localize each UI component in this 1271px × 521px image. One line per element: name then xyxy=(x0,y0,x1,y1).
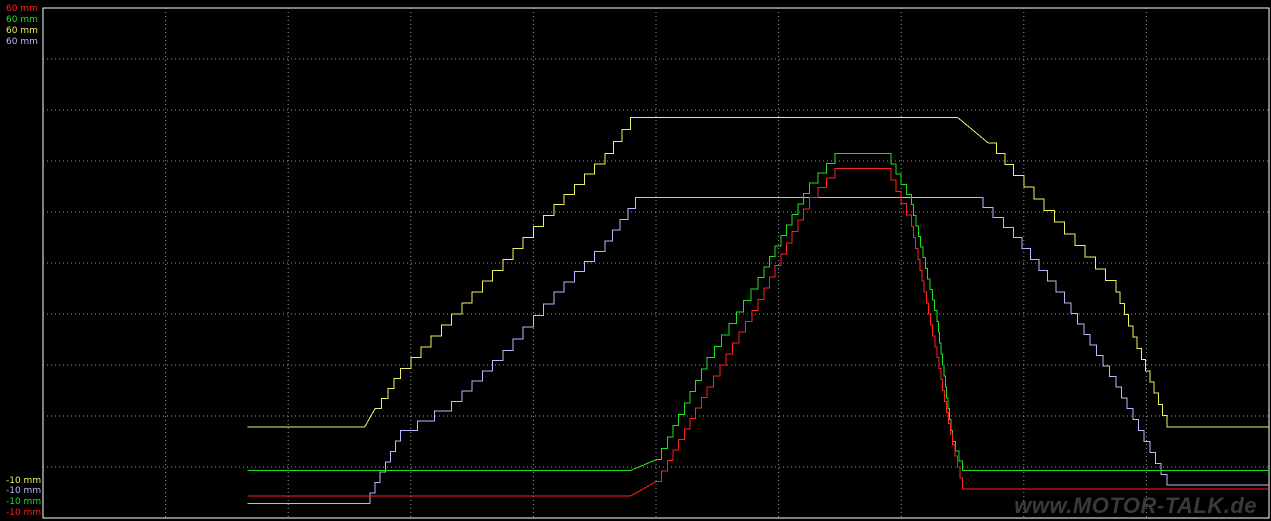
y-bottom-label-red: -10 mm xyxy=(6,508,42,518)
y-bottom-label-yellow: -10 mm xyxy=(6,476,42,486)
y-top-label-yellow: 60 mm xyxy=(6,26,38,36)
watermark: www.MOTOR-TALK.de xyxy=(1014,493,1257,518)
scope-chart xyxy=(42,7,1270,519)
y-bottom-label-blue: -10 mm xyxy=(6,486,42,496)
y-top-label-red: 60 mm xyxy=(6,4,38,14)
y-bottom-label-green: -10 mm xyxy=(6,497,42,507)
y-top-label-blue: 60 mm xyxy=(6,37,38,47)
y-top-label-green: 60 mm xyxy=(6,15,38,25)
